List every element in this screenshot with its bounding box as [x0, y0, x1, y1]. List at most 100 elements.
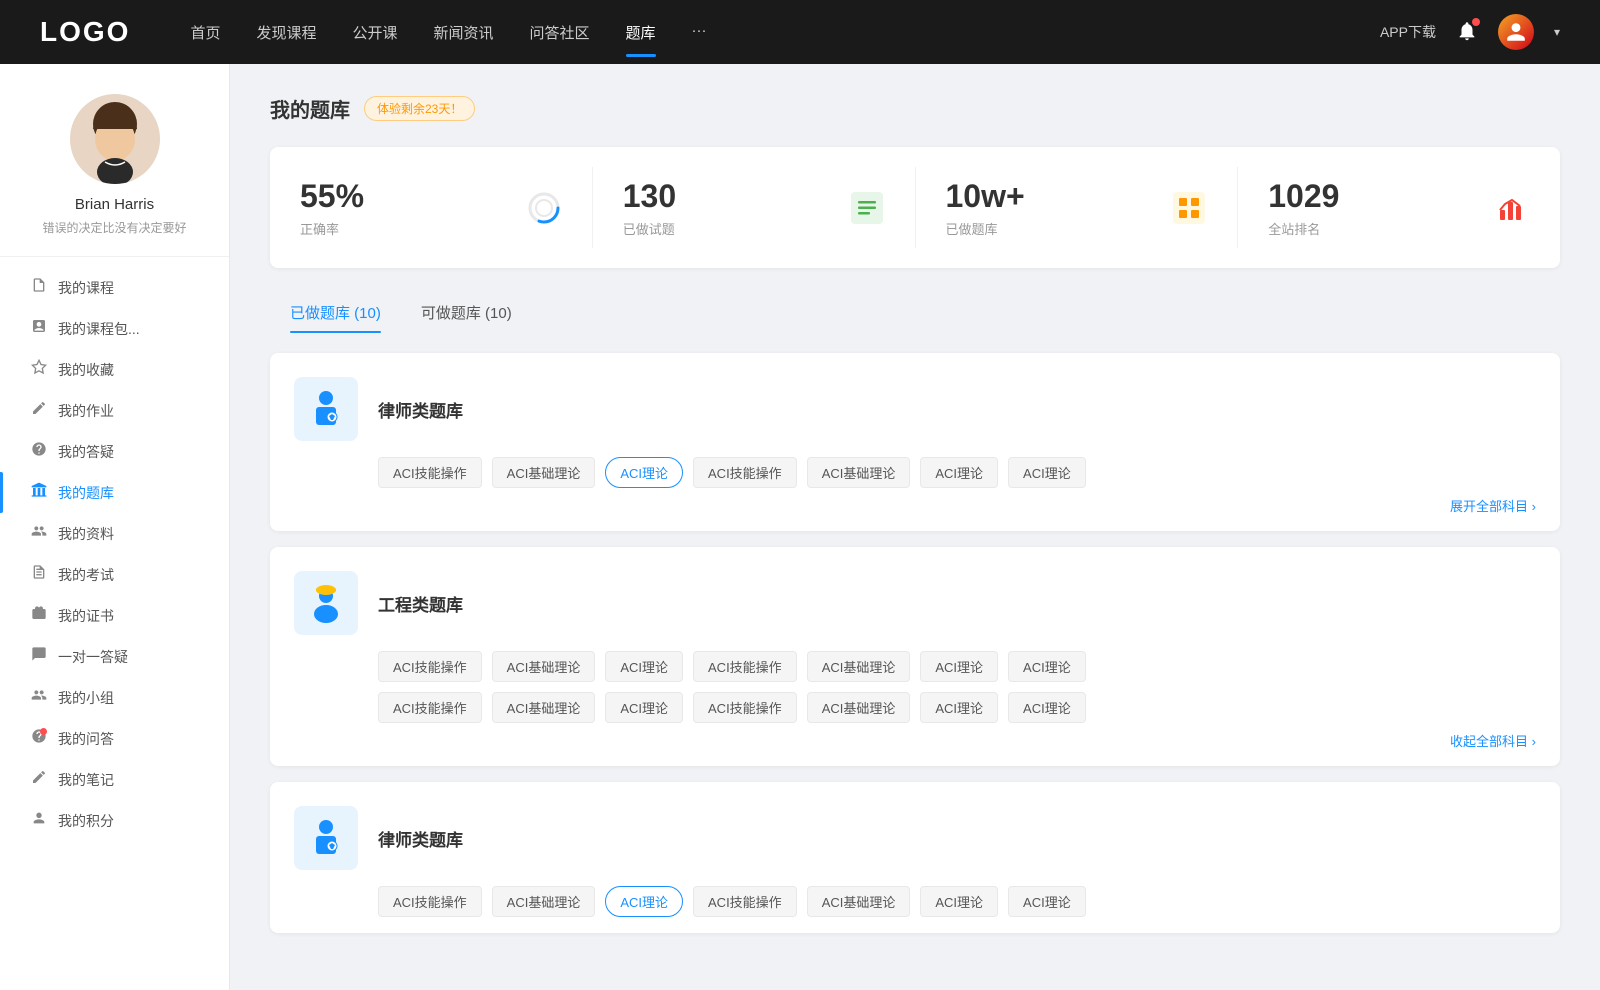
bank-card-title-2: 律师类题库: [378, 826, 463, 851]
trial-badge: 体验剩余23天！: [364, 96, 475, 121]
sidebar-item-favorites[interactable]: 我的收藏: [0, 349, 229, 390]
list-icon: [849, 190, 885, 226]
tag-2-4[interactable]: ACI基础理论: [807, 886, 911, 917]
stat-number-banks: 10w+: [946, 177, 1162, 215]
notification-bell[interactable]: [1456, 20, 1478, 45]
bank-card-0: 律师类题库 ACI技能操作 ACI基础理论 ACI理论 ACI技能操作 ACI基…: [270, 353, 1560, 531]
sidebar-item-label: 我的问答: [58, 729, 114, 749]
sidebar-item-label: 我的资料: [58, 524, 114, 544]
tag-1-7[interactable]: ACI技能操作: [378, 692, 482, 723]
bank-card-title-0: 律师类题库: [378, 397, 463, 422]
nav-questions[interactable]: 题库: [626, 18, 656, 47]
sidebar-item-label: 我的课程包...: [58, 319, 140, 339]
sidebar: Brian Harris 错误的决定比没有决定要好 我的课程 我的课程包...: [0, 64, 230, 990]
sidebar-item-exam[interactable]: 我的考试: [0, 554, 229, 595]
tab-done[interactable]: 已做题库 (10): [270, 292, 401, 333]
tab-available[interactable]: 可做题库 (10): [401, 292, 532, 333]
grid-icon: [1171, 190, 1207, 226]
stat-text: 55% 正确率: [300, 177, 516, 238]
bank-card-collapse-1[interactable]: 收起全部科目 ›: [294, 723, 1536, 750]
tag-1-13[interactable]: ACI理论: [1008, 692, 1086, 723]
stat-done-banks: 10w+ 已做题库: [916, 167, 1239, 248]
tag-1-2[interactable]: ACI理论: [605, 651, 683, 682]
sidebar-profile: Brian Harris 错误的决定比没有决定要好: [0, 94, 229, 236]
tag-1-9[interactable]: ACI理论: [605, 692, 683, 723]
main-content: 我的题库 体验剩余23天！ 55% 正确率: [230, 64, 1600, 990]
sidebar-item-label: 我的笔记: [58, 770, 114, 790]
tag-0-4[interactable]: ACI基础理论: [807, 457, 911, 488]
app-download-link[interactable]: APP下载: [1380, 22, 1436, 42]
sidebar-item-questions[interactable]: 我的问答: [0, 718, 229, 759]
accuracy-icon: [526, 190, 562, 226]
sidebar-item-qa-mine[interactable]: 我的答疑: [0, 431, 229, 472]
sidebar-item-one-on-one[interactable]: 一对一答疑: [0, 636, 229, 677]
tag-1-1[interactable]: ACI基础理论: [492, 651, 596, 682]
tag-0-6[interactable]: ACI理论: [1008, 457, 1086, 488]
tag-1-10[interactable]: ACI技能操作: [693, 692, 797, 723]
tag-2-1[interactable]: ACI基础理论: [492, 886, 596, 917]
logo: LOGO: [40, 16, 130, 48]
tag-1-4[interactable]: ACI基础理论: [807, 651, 911, 682]
data-icon: [30, 523, 48, 544]
nav-news[interactable]: 新闻资讯: [434, 18, 494, 47]
tag-2-0[interactable]: ACI技能操作: [378, 886, 482, 917]
stats-row: 55% 正确率 130 已做试题: [270, 147, 1560, 268]
tag-1-8[interactable]: ACI基础理论: [492, 692, 596, 723]
sidebar-item-my-data[interactable]: 我的资料: [0, 513, 229, 554]
bank-card-tags-1: ACI技能操作 ACI基础理论 ACI理论 ACI技能操作 ACI基础理论 AC…: [294, 651, 1536, 682]
sidebar-item-question-bank[interactable]: 我的题库: [0, 472, 229, 513]
sidebar-item-course-package[interactable]: 我的课程包...: [0, 308, 229, 349]
tag-2-5[interactable]: ACI理论: [920, 886, 998, 917]
page-title: 我的题库: [270, 94, 350, 123]
stat-label-banks: 已做题库: [946, 219, 1162, 238]
nav-qa[interactable]: 问答社区: [530, 18, 590, 47]
navbar-right: APP下载 ▾: [1380, 14, 1560, 50]
sidebar-item-points[interactable]: 我的积分: [0, 800, 229, 841]
chat-icon: [30, 646, 48, 667]
stat-label-accuracy: 正确率: [300, 219, 516, 238]
stat-number-accuracy: 55%: [300, 177, 516, 215]
sidebar-item-label: 我的小组: [58, 688, 114, 708]
tag-0-1[interactable]: ACI基础理论: [492, 457, 596, 488]
nav-discover[interactable]: 发现课程: [256, 18, 316, 47]
tag-1-11[interactable]: ACI基础理论: [807, 692, 911, 723]
tag-1-12[interactable]: ACI理论: [920, 692, 998, 723]
bank-card-1: 工程类题库 ACI技能操作 ACI基础理论 ACI理论 ACI技能操作 ACI基…: [270, 547, 1560, 766]
nav-open-course[interactable]: 公开课: [352, 18, 397, 47]
stat-label-done: 已做试题: [623, 219, 839, 238]
nav-more[interactable]: ···: [692, 18, 707, 47]
tag-0-5[interactable]: ACI理论: [920, 457, 998, 488]
sidebar-item-label: 我的课程: [58, 278, 114, 298]
user-avatar[interactable]: [1498, 14, 1534, 50]
stat-number-done: 130: [623, 177, 839, 215]
sidebar-item-homework[interactable]: 我的作业: [0, 390, 229, 431]
tag-1-5[interactable]: ACI理论: [920, 651, 998, 682]
tag-2-2[interactable]: ACI理论: [605, 886, 683, 917]
course-icon: [30, 277, 48, 298]
bank-card-title-1: 工程类题库: [378, 591, 463, 616]
sidebar-item-label: 我的积分: [58, 811, 114, 831]
profile-avatar[interactable]: [70, 94, 160, 184]
tag-1-6[interactable]: ACI理论: [1008, 651, 1086, 682]
user-menu-chevron[interactable]: ▾: [1554, 25, 1560, 39]
tag-1-0[interactable]: ACI技能操作: [378, 651, 482, 682]
bank-card-tags-1-row2: ACI技能操作 ACI基础理论 ACI理论 ACI技能操作 ACI基础理论 AC…: [294, 692, 1536, 723]
exam-icon: [30, 564, 48, 585]
sidebar-item-label: 我的考试: [58, 565, 114, 585]
tag-0-3[interactable]: ACI技能操作: [693, 457, 797, 488]
bank-card-icon-0: [294, 377, 358, 441]
sidebar-menu: 我的课程 我的课程包... 我的收藏 我的作业: [0, 267, 229, 861]
sidebar-item-notes[interactable]: 我的笔记: [0, 759, 229, 800]
tag-2-6[interactable]: ACI理论: [1008, 886, 1086, 917]
tag-0-2[interactable]: ACI理论: [605, 457, 683, 488]
sidebar-item-my-courses[interactable]: 我的课程: [0, 267, 229, 308]
bank-card-2: 律师类题库 ACI技能操作 ACI基础理论 ACI理论 ACI技能操作 ACI基…: [270, 782, 1560, 933]
bank-card-expand-0[interactable]: 展开全部科目 ›: [294, 488, 1536, 515]
tag-2-3[interactable]: ACI技能操作: [693, 886, 797, 917]
stat-text: 1029 全站排名: [1268, 177, 1484, 238]
nav-home[interactable]: 首页: [190, 18, 220, 47]
sidebar-item-certificate[interactable]: 我的证书: [0, 595, 229, 636]
sidebar-item-group[interactable]: 我的小组: [0, 677, 229, 718]
tag-1-3[interactable]: ACI技能操作: [693, 651, 797, 682]
tag-0-0[interactable]: ACI技能操作: [378, 457, 482, 488]
